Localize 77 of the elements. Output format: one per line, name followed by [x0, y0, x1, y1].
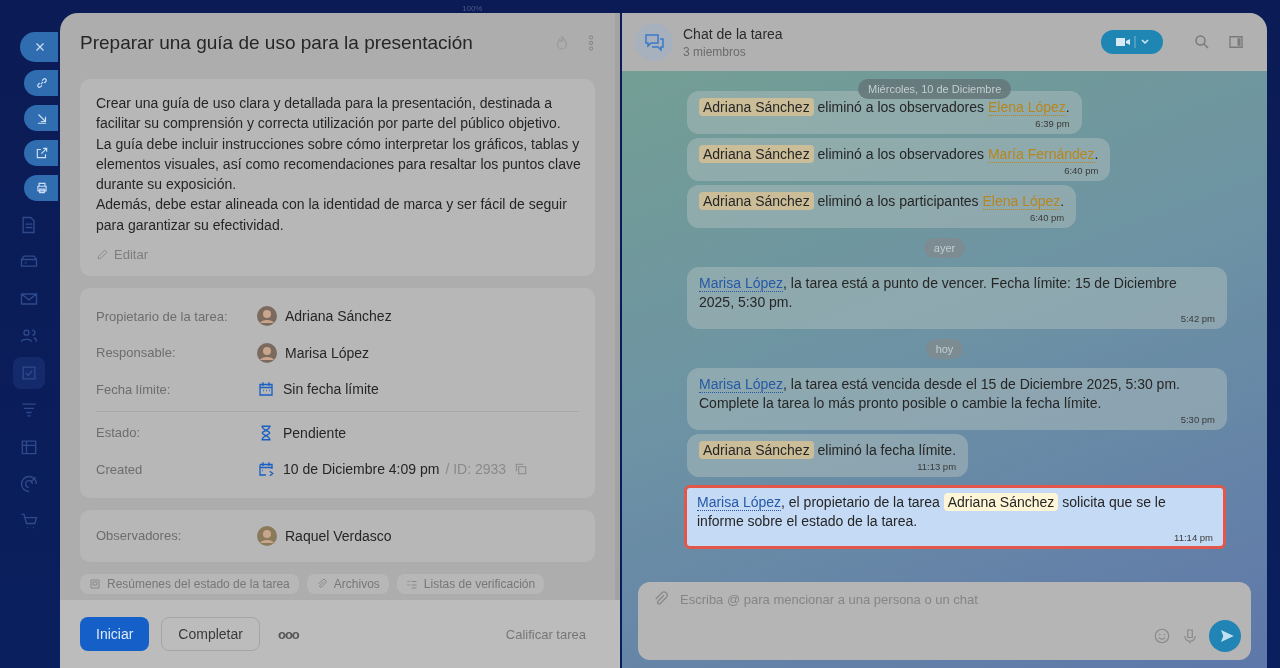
mention-chip[interactable]: Adriana Sánchez — [699, 98, 814, 116]
copy-icon[interactable] — [514, 462, 529, 477]
date-divider: Miércoles, 10 de Diciembre — [858, 79, 1012, 99]
avatar-icon — [257, 525, 277, 546]
mention-chip[interactable]: Adriana Sánchez — [699, 192, 814, 210]
sidebar-icon[interactable] — [19, 511, 39, 531]
field-value: Marisa López — [285, 344, 370, 361]
member-count: 3 miembros — [683, 44, 747, 59]
close-button[interactable] — [20, 32, 58, 62]
print-button[interactable] — [24, 175, 58, 201]
message-time: 5:30 pm — [1180, 414, 1215, 425]
message-time: 6:40 pm — [1064, 165, 1099, 176]
section-tab[interactable]: Resúmenes del estado de la tarea — [80, 574, 299, 595]
message-time: 6:39 pm — [1035, 118, 1070, 129]
calendar-icon — [257, 460, 275, 479]
field-value: Raquel Verdasco — [285, 527, 392, 544]
complete-button[interactable]: Completar — [161, 617, 260, 651]
task-description: Crear una guía de uso clara y detallada para la presentación, destinada a facilitar su comprensión y correcta utilización por parte del público objetivo. La guía debe incluir instrucciones sobre cómo interpretar los gráficos, tablas y elementos visuales, así como recomendaciones para resaltar los puntos clave durante su exposición. Además, debe estar alineada con la identidad de marca y ser fácil de seguir para garantizar su efectividad. — [96, 94, 582, 235]
message-text: Marisa López, la tarea está vencida desde el 15 de Diciembre 2025, 5:30 pm. Complete la tarea lo más pronto posible o cambie la fecha límite. — [699, 375, 1181, 413]
field-value: Adriana Sánchez — [285, 308, 392, 325]
edit-button[interactable]: Editar — [96, 247, 148, 263]
chat-title: Chat de la tarea — [683, 25, 783, 42]
checklist-icon — [405, 578, 418, 591]
start-button[interactable]: Iniciar — [80, 617, 150, 651]
mention-chip[interactable]: Adriana Sánchez — [943, 493, 1059, 511]
pencil-icon — [96, 248, 109, 262]
field-label: Observadores: — [96, 528, 183, 544]
message-time: 11:13 pm — [917, 461, 957, 472]
mention-chip[interactable]: Adriana Sánchez — [699, 441, 814, 459]
mention-chip[interactable]: Adriana Sánchez — [699, 145, 814, 163]
link-button[interactable] — [24, 70, 58, 96]
calendar-icon — [257, 380, 275, 399]
field-label: Responsable: — [96, 345, 177, 361]
sidebar-icon[interactable] — [13, 357, 45, 389]
field-label: Estado: — [96, 425, 142, 441]
date-divider: hoy — [925, 339, 964, 359]
chat-icon — [635, 23, 673, 61]
more-button[interactable]: ooo — [271, 625, 305, 643]
message-text: Adriana Sánchez eliminó a los participantes Elena López. — [699, 192, 1065, 211]
rate-task-link[interactable]: Calificar tarea — [499, 625, 592, 643]
printer-icon — [35, 181, 49, 195]
field-label: Created — [96, 461, 144, 477]
search-icon[interactable] — [1193, 33, 1211, 51]
external-link-icon — [35, 146, 49, 160]
message-time: 11:14 pm — [1174, 532, 1213, 543]
section-tab[interactable]: Listas de verificación — [396, 574, 545, 595]
paperclip-icon — [315, 578, 328, 591]
field-label: Fecha límite: — [96, 381, 172, 397]
avatar-icon — [257, 342, 277, 363]
message-text: Adriana Sánchez eliminó a los observadores Elena López. — [699, 98, 1070, 117]
field-value: Sin fecha límite — [283, 381, 379, 398]
section-tab[interactable]: Archivos — [306, 574, 389, 595]
message-text: Marisa López, el propietario de la tarea Adriana Sánchez solicita que se le informe sobre el estado de la tarea. — [697, 493, 1167, 531]
paperclip-icon[interactable] — [652, 590, 670, 608]
download-button[interactable] — [24, 105, 58, 131]
emoji-icon[interactable] — [1153, 627, 1171, 645]
avatar-icon — [257, 306, 277, 327]
side-panel-icon[interactable] — [1227, 33, 1245, 51]
more-icon[interactable] — [587, 33, 595, 53]
send-button[interactable] — [1209, 620, 1241, 652]
message-text: Marisa López, la tarea está a punto de vencer. Fecha límite: 15 de Diciembre 2025, 5:30 pm. — [699, 274, 1178, 312]
microphone-icon[interactable] — [1181, 627, 1199, 645]
arrow-icon — [35, 111, 49, 125]
field-label: Propietario de la tarea: — [96, 308, 229, 324]
date-divider: ayer — [923, 238, 966, 258]
summary-icon — [89, 578, 101, 591]
message-text: Adriana Sánchez eliminó la fecha límite. — [699, 441, 957, 460]
field-value: Pendiente — [283, 424, 347, 441]
field-value: 10 de Diciembre 4:09 pm — [283, 461, 440, 478]
external-link-button[interactable] — [24, 140, 58, 166]
task-title: Preparar una guía de uso para la presentación — [80, 32, 474, 54]
message-text: Adriana Sánchez eliminó a los observadores María Fernández. — [699, 145, 1099, 164]
sidebar-icon[interactable] — [19, 474, 39, 494]
link-icon — [35, 76, 49, 90]
message-time: 5:42 pm — [1180, 313, 1215, 324]
video-call-button[interactable] — [1101, 30, 1163, 54]
message-time: 6:40 pm — [1029, 212, 1065, 223]
